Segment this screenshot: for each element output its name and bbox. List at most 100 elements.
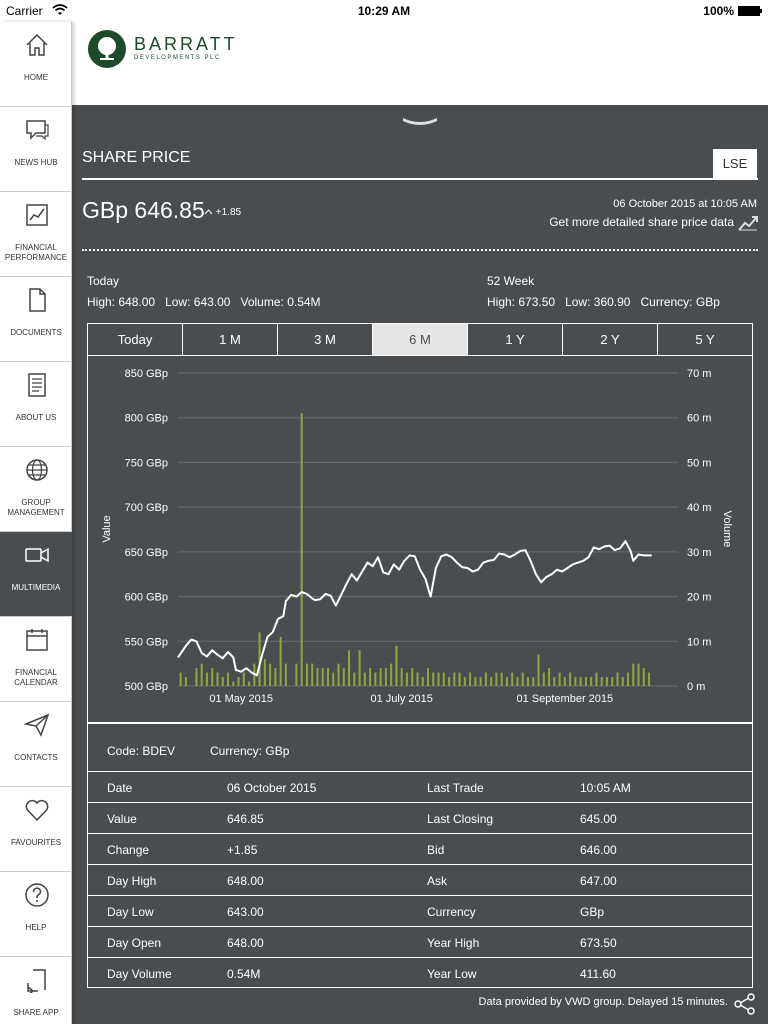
trend-chart-icon[interactable]: [738, 215, 758, 231]
sidebar-item-news-hub[interactable]: NEWS HUB: [0, 107, 72, 192]
volume-bar: [337, 663, 340, 686]
table-row: Change +1.85 Bid 646.00: [88, 834, 752, 865]
row-label: Day High: [107, 874, 157, 888]
row-value: 648.00: [227, 936, 264, 950]
detailed-data-link[interactable]: Get more detailed share price data: [549, 215, 734, 229]
volume-bar: [469, 672, 472, 686]
today-volume-value: 0.54M: [287, 295, 321, 309]
document-icon: [29, 288, 46, 312]
tab-5y[interactable]: 5 Y: [658, 324, 752, 355]
row-value: +1.85: [227, 843, 258, 857]
sidebar-label-financial-calendar: FINANCIAL CALENDAR: [14, 668, 58, 687]
y-axis-title: Value: [101, 515, 113, 542]
row-label: Day Volume: [107, 967, 172, 981]
today-low-label: Low:: [165, 295, 191, 309]
volume-bar: [427, 668, 429, 686]
y2-tick-label: 10 m: [687, 636, 711, 648]
volume-bar: [563, 677, 566, 686]
sidebar-item-documents[interactable]: DOCUMENTS: [0, 277, 72, 362]
volume-bar: [642, 668, 645, 686]
row-label: Day Low: [107, 905, 154, 919]
price-change: +1.85: [204, 207, 241, 218]
tab-1y[interactable]: 1 Y: [468, 324, 563, 355]
volume-bar: [316, 668, 319, 686]
currency-info: Currency: GBp: [210, 744, 289, 758]
y-tick-label: 700 GBp: [125, 502, 168, 514]
row-value: 647.00: [580, 874, 617, 888]
sidebar-label-about-us: ABOUT US: [15, 413, 57, 422]
row-label: Value: [107, 812, 137, 826]
tab-1m[interactable]: 1 M: [183, 324, 278, 355]
volume-bar: [532, 677, 535, 686]
volume-bar: [553, 677, 556, 686]
volume-bar: [363, 672, 366, 686]
today-high-label: High:: [87, 295, 116, 309]
volume-bar: [605, 677, 608, 686]
y-tick-label: 500 GBp: [125, 681, 168, 693]
sidebar-item-share-app[interactable]: SHARE APP: [0, 957, 72, 1024]
dotted-divider: [82, 249, 758, 251]
volume-bar: [321, 668, 324, 686]
sidebar-item-financial-calendar[interactable]: FINANCIAL CALENDAR: [0, 617, 72, 702]
volume-bar: [216, 672, 219, 686]
volume-bar: [542, 672, 545, 686]
row-value: 646.85: [227, 812, 264, 826]
x-tick-label: 01 July 2015: [370, 693, 432, 705]
volume-bar: [227, 672, 229, 686]
tab-today[interactable]: Today: [88, 324, 183, 355]
calendar-icon: [26, 629, 48, 651]
data-source-note: Data provided by VWD group. Delayed 15 m…: [478, 996, 728, 1008]
price-chart[interactable]: 850 GBp 800 GBp 750 GBp 700 GBp 650 GBp 600 G…: [87, 356, 753, 723]
volume-bar: [405, 672, 408, 686]
volume-bar: [537, 654, 540, 686]
collapse-handle-icon[interactable]: [401, 115, 439, 127]
volume-bar: [490, 677, 493, 686]
volume-bar: [616, 672, 619, 686]
table-row: Value 646.85 Last Closing 645.00: [88, 803, 752, 834]
volume-bar: [479, 677, 482, 686]
y2-tick-label: 60 m: [687, 413, 711, 425]
sidebar-item-contacts[interactable]: CONTACTS: [0, 702, 72, 787]
row-value: 06 October 2015: [227, 781, 317, 795]
sidebar-label-help: HELP: [25, 923, 47, 932]
week52-high-value: 673.50: [518, 295, 556, 309]
volume-bar: [442, 672, 445, 686]
sidebar-item-group-management[interactable]: GROUP MANAGEMENT: [0, 447, 72, 532]
sidebar-item-help[interactable]: HELP: [0, 872, 72, 957]
exchange-button[interactable]: LSE: [713, 149, 757, 178]
volume-bar: [342, 668, 345, 686]
share-icon[interactable]: [734, 993, 756, 1015]
sidebar-item-home[interactable]: HOME: [0, 22, 72, 107]
volume-bar: [374, 672, 377, 686]
row-value: 645.00: [580, 812, 617, 826]
volume-bar: [621, 677, 624, 686]
sidebar-item-about-us[interactable]: ABOUT US: [0, 362, 72, 447]
volume-bar: [348, 650, 351, 686]
carrier-label: Carrier: [6, 4, 43, 18]
tab-3m[interactable]: 3 M: [278, 324, 373, 355]
volume-bar: [579, 677, 582, 686]
volume-bar: [411, 668, 414, 686]
week52-currency-value: GBp: [695, 295, 720, 309]
volume-bar: [437, 672, 440, 686]
sidebar-label-financial-performance: FINANCIAL PERFORMANCE: [4, 243, 68, 262]
volume-bar: [184, 677, 187, 686]
today-high-value: 648.00: [118, 295, 156, 309]
volume-bar: [284, 663, 287, 686]
currency-label: Currency:: [210, 744, 263, 758]
today-stats: High: 648.00 Low: 643.00 Volume: 0.54M: [87, 295, 321, 309]
volume-bar: [332, 672, 335, 686]
volume-bar: [432, 672, 435, 686]
tab-2y[interactable]: 2 Y: [563, 324, 658, 355]
tab-6m[interactable]: 6 M: [373, 324, 468, 355]
sidebar-item-favourites[interactable]: FAVOURITES: [0, 787, 72, 872]
volume-bar: [611, 677, 614, 686]
sidebar-item-multimedia[interactable]: MULTIMEDIA: [0, 532, 72, 617]
sidebar-item-financial-performance[interactable]: FINANCIAL PERFORMANCE: [0, 192, 72, 277]
share-out-icon: [27, 969, 46, 993]
volume-bar: [311, 663, 314, 686]
volume-bar: [416, 672, 419, 686]
volume-bar: [379, 668, 382, 686]
current-price: GBp 646.85: [82, 197, 205, 223]
share-info-panel: Code: BDEV Currency: GBp Date 06 October…: [87, 723, 753, 988]
